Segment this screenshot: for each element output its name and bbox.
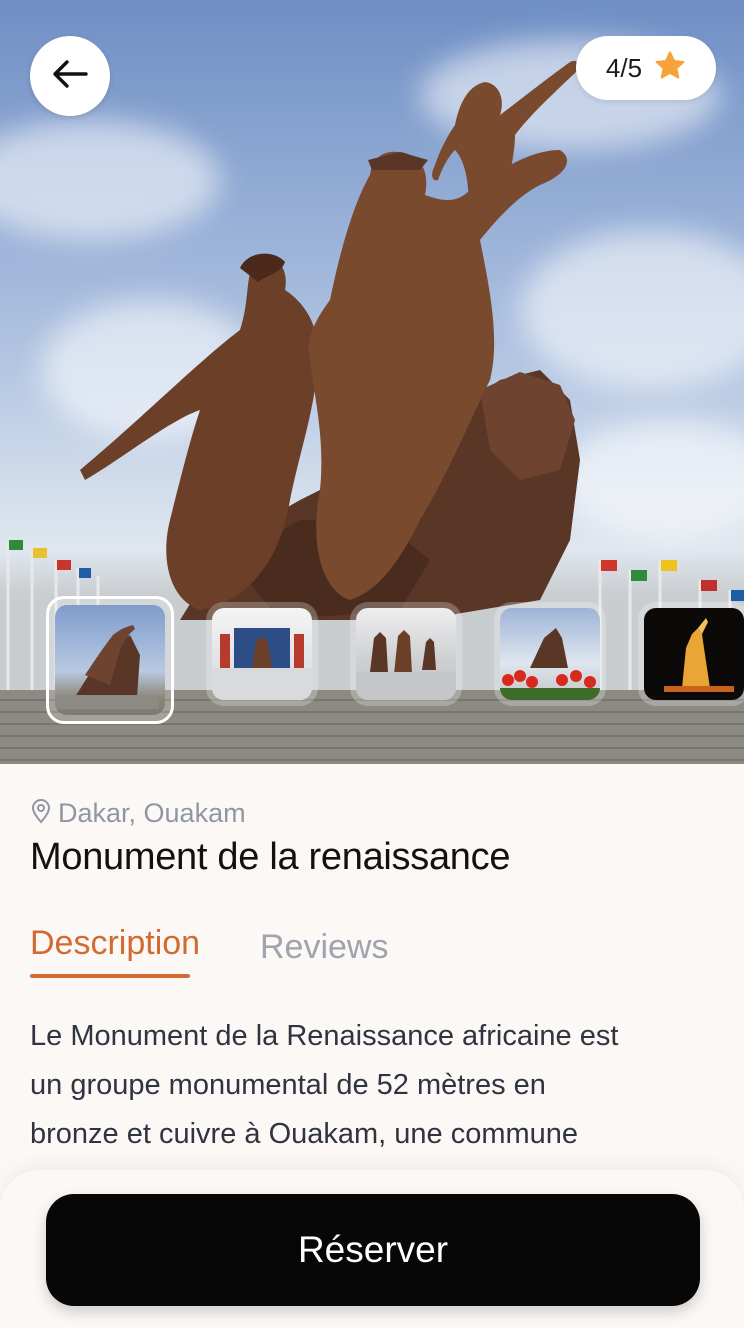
thumbnail-museum-hall[interactable] [206, 602, 318, 706]
place-title: Monument de la renaissance [30, 836, 511, 878]
rating-badge: 4/5 [576, 36, 716, 100]
back-button[interactable] [30, 36, 110, 116]
thumbnail-statue-gallery[interactable] [350, 602, 462, 706]
star-icon [654, 50, 686, 86]
tab-reviews[interactable]: Reviews [260, 928, 388, 967]
hero-image: 4/5 [0, 0, 744, 764]
thumbnail-monument-with-flowers[interactable] [494, 602, 606, 706]
location-row: Dakar, Ouakam [30, 798, 246, 829]
thumbnail-golden-statue-night[interactable] [638, 602, 744, 706]
active-tab-indicator [30, 974, 190, 978]
rating-value: 4/5 [605, 52, 643, 83]
map-pin-icon [30, 798, 52, 829]
arrow-left-icon [52, 59, 88, 94]
description-line: bronze et cuivre à Ouakam, une commune [30, 1118, 579, 1150]
gallery-thumbnails [46, 596, 744, 724]
tab-description[interactable]: Description [30, 924, 200, 963]
description-line: Le Monument de la Renaissance africaine … [30, 1020, 619, 1052]
reserve-button[interactable]: Réserver [46, 1194, 700, 1306]
thumbnail-monument-exterior[interactable] [46, 596, 174, 724]
location-text: Dakar, Ouakam [58, 798, 246, 828]
description-line: un groupe monumental de 52 mètres en [30, 1069, 546, 1101]
